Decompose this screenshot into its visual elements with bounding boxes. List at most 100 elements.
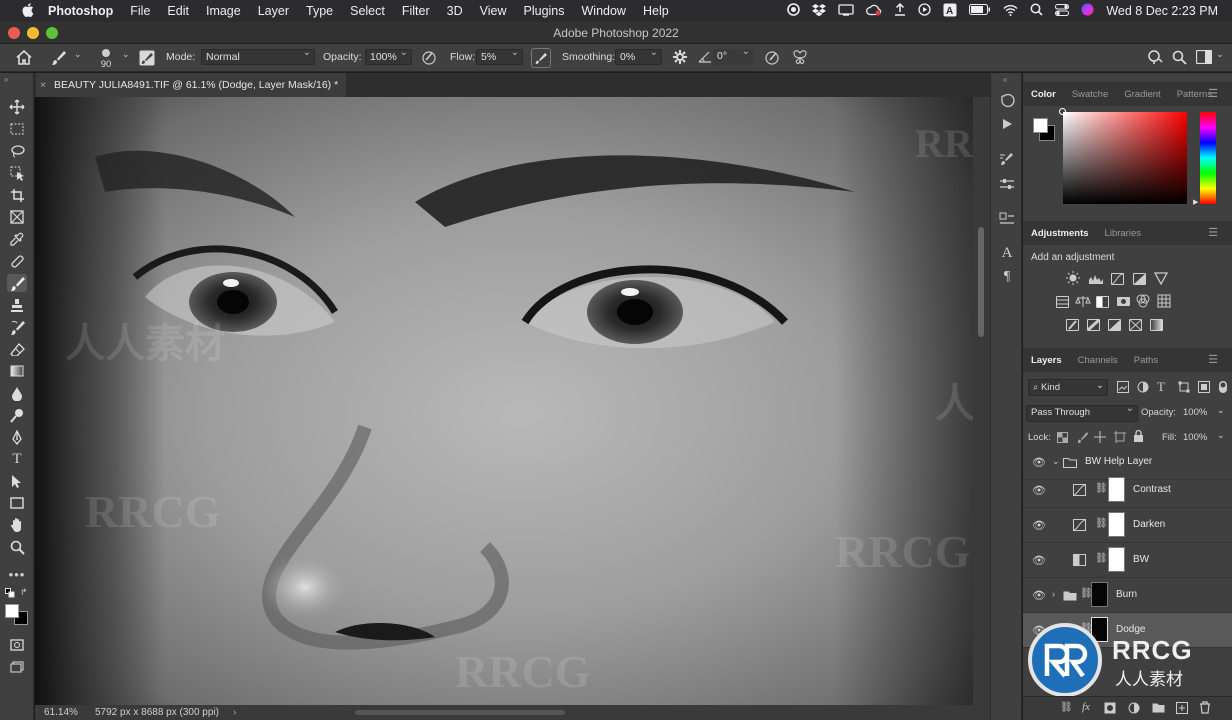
tab-paths[interactable]: Paths [1126, 355, 1166, 366]
siri-icon[interactable] [1081, 3, 1094, 19]
lock-all-icon[interactable] [1133, 429, 1144, 445]
display-icon[interactable] [838, 3, 855, 19]
close-window-button[interactable] [8, 27, 20, 39]
keyboard-input-icon[interactable]: A [943, 3, 957, 20]
tab-gradient[interactable]: Gradient [1116, 89, 1168, 100]
tab-swatches[interactable]: Swatche [1064, 89, 1116, 100]
chevron-down-icon[interactable]: ⌄ [122, 49, 130, 60]
color-foreground-swatch[interactable] [1033, 118, 1048, 133]
frame-tool-icon[interactable] [7, 208, 27, 226]
mode-select[interactable]: Normal [201, 47, 315, 65]
menu-file[interactable]: File [130, 4, 150, 18]
mask-link-icon[interactable]: ⛓ [1095, 483, 1108, 494]
layer-mask-thumbnail[interactable] [1108, 512, 1125, 537]
opacity-input[interactable]: 100% [365, 47, 412, 65]
eyedropper-tool-icon[interactable] [7, 230, 27, 248]
lock-position-icon[interactable] [1094, 431, 1106, 446]
add-mask-icon[interactable] [1104, 702, 1116, 717]
clone-stamp-tool-icon[interactable] [7, 296, 27, 314]
filter-toggle-switch[interactable] [1218, 380, 1228, 394]
healing-brush-tool-icon[interactable] [7, 252, 27, 270]
hue-saturation-icon[interactable] [1056, 296, 1069, 308]
vibrance-icon[interactable] [1153, 271, 1169, 288]
blend-mode-select[interactable]: Pass Through [1026, 403, 1138, 422]
document-tab[interactable]: × BEAUTY JULIA8491.TIF @ 61.1% (Dodge, L… [36, 73, 347, 97]
home-icon[interactable] [16, 49, 32, 68]
blur-tool-icon[interactable] [7, 384, 27, 402]
flow-input[interactable]: 5% [476, 47, 523, 65]
brush-tool-preset-icon[interactable] [50, 49, 68, 70]
record-icon[interactable] [787, 3, 801, 19]
mask-link-icon[interactable]: ⛓ [1095, 518, 1108, 529]
rectangular-marquee-tool-icon[interactable] [7, 120, 27, 138]
photo-filter-icon[interactable] [1116, 294, 1131, 311]
link-layers-icon[interactable]: ⛓ [1060, 702, 1073, 713]
smoothing-options-gear-icon[interactable] [672, 49, 688, 68]
levels-icon[interactable] [1088, 271, 1104, 288]
chevron-down-icon[interactable]: ⌄ [1217, 405, 1225, 416]
color-lookup-icon[interactable] [1157, 294, 1171, 311]
battery-icon[interactable] [969, 4, 991, 18]
status-menu-chevron-icon[interactable]: › [233, 705, 236, 720]
more-tools-icon[interactable]: ••• [7, 565, 27, 583]
swap-colors-icon[interactable]: ↱ [20, 587, 28, 598]
minimize-window-button[interactable] [27, 27, 39, 39]
invert-icon[interactable] [1066, 319, 1079, 331]
filter-type-layers-icon[interactable]: T [1157, 379, 1165, 395]
menu-layer[interactable]: Layer [258, 4, 289, 18]
dodge-tool-icon[interactable] [7, 406, 27, 424]
adjustments-sliders-icon[interactable] [999, 177, 1015, 193]
creative-cloud-icon[interactable] [866, 4, 882, 19]
default-colors-icon[interactable] [5, 588, 15, 601]
screen-mode-icon[interactable] [7, 658, 27, 676]
chevron-down-icon[interactable]: ⌄ [1217, 430, 1225, 441]
paragraph-panel-icon[interactable]: ¶ [999, 269, 1015, 285]
document-canvas[interactable]: RRCG RRCG RRCG RRCG 人人素材 人人素材 [35, 97, 973, 705]
pen-tool-icon[interactable] [7, 428, 27, 446]
search-icon[interactable] [1172, 50, 1187, 68]
hue-slider-handle-icon[interactable]: ▶ [1193, 198, 1198, 206]
brush-settings-icon[interactable] [999, 151, 1015, 167]
expand-panels-icon[interactable]: « [1003, 75, 1007, 84]
tab-layers[interactable]: Layers [1023, 355, 1070, 366]
menu-view[interactable]: View [480, 4, 507, 18]
horizontal-scrollbar[interactable] [355, 710, 565, 715]
lasso-tool-icon[interactable] [7, 142, 27, 160]
new-group-folder-icon[interactable] [1152, 702, 1165, 716]
control-center-icon[interactable] [1055, 3, 1070, 19]
color-saturation-field[interactable] [1059, 108, 1187, 204]
new-layer-icon[interactable] [1176, 702, 1188, 717]
object-selection-tool-icon[interactable] [7, 164, 27, 182]
menu-image[interactable]: Image [206, 4, 241, 18]
brush-settings-panel-icon[interactable] [139, 50, 155, 69]
visibility-eye-icon[interactable]: 👁 [1032, 589, 1046, 602]
brush-angle-input[interactable]: 0° [713, 46, 753, 65]
filter-shape-layers-icon[interactable] [1178, 381, 1190, 396]
posterize-icon[interactable] [1087, 319, 1100, 331]
brush-tool-icon[interactable] [7, 274, 27, 292]
menu-type[interactable]: Type [306, 4, 333, 18]
black-white-icon[interactable] [1096, 296, 1109, 308]
wifi-icon[interactable] [1003, 4, 1018, 19]
path-selection-tool-icon[interactable] [7, 472, 27, 490]
zoom-window-button[interactable] [46, 27, 58, 39]
lock-transparent-pixels-icon[interactable] [1057, 432, 1068, 446]
pressure-opacity-icon[interactable] [420, 49, 438, 70]
crop-tool-icon[interactable] [7, 186, 27, 204]
mask-link-icon[interactable]: ⛓ [1095, 553, 1108, 564]
visibility-eye-icon[interactable]: 👁 [1032, 554, 1046, 567]
layer-row-bw[interactable]: 👁 ⛓ BW [1023, 543, 1232, 578]
collapse-toolbar-icon[interactable]: » [4, 75, 8, 84]
threshold-icon[interactable] [1108, 319, 1121, 331]
layer-row-burn[interactable]: 👁 › ⛓ Burn [1023, 578, 1232, 613]
zoom-tool-icon[interactable] [7, 538, 27, 556]
hue-slider[interactable] [1200, 112, 1216, 204]
group-expand-chevron-icon[interactable]: ⌄ [1052, 456, 1060, 467]
layer-mask-thumbnail[interactable] [1091, 582, 1108, 607]
menubar-clock[interactable]: Wed 8 Dec 2:23 PM [1106, 4, 1218, 18]
layer-filter-kind-select[interactable]: ⌕ Kind ⌄ [1028, 379, 1108, 396]
tab-adjustments[interactable]: Adjustments [1023, 228, 1097, 239]
spotlight-search-icon[interactable] [1030, 3, 1043, 19]
move-tool-icon[interactable] [7, 98, 27, 116]
tab-libraries[interactable]: Libraries [1097, 228, 1149, 239]
